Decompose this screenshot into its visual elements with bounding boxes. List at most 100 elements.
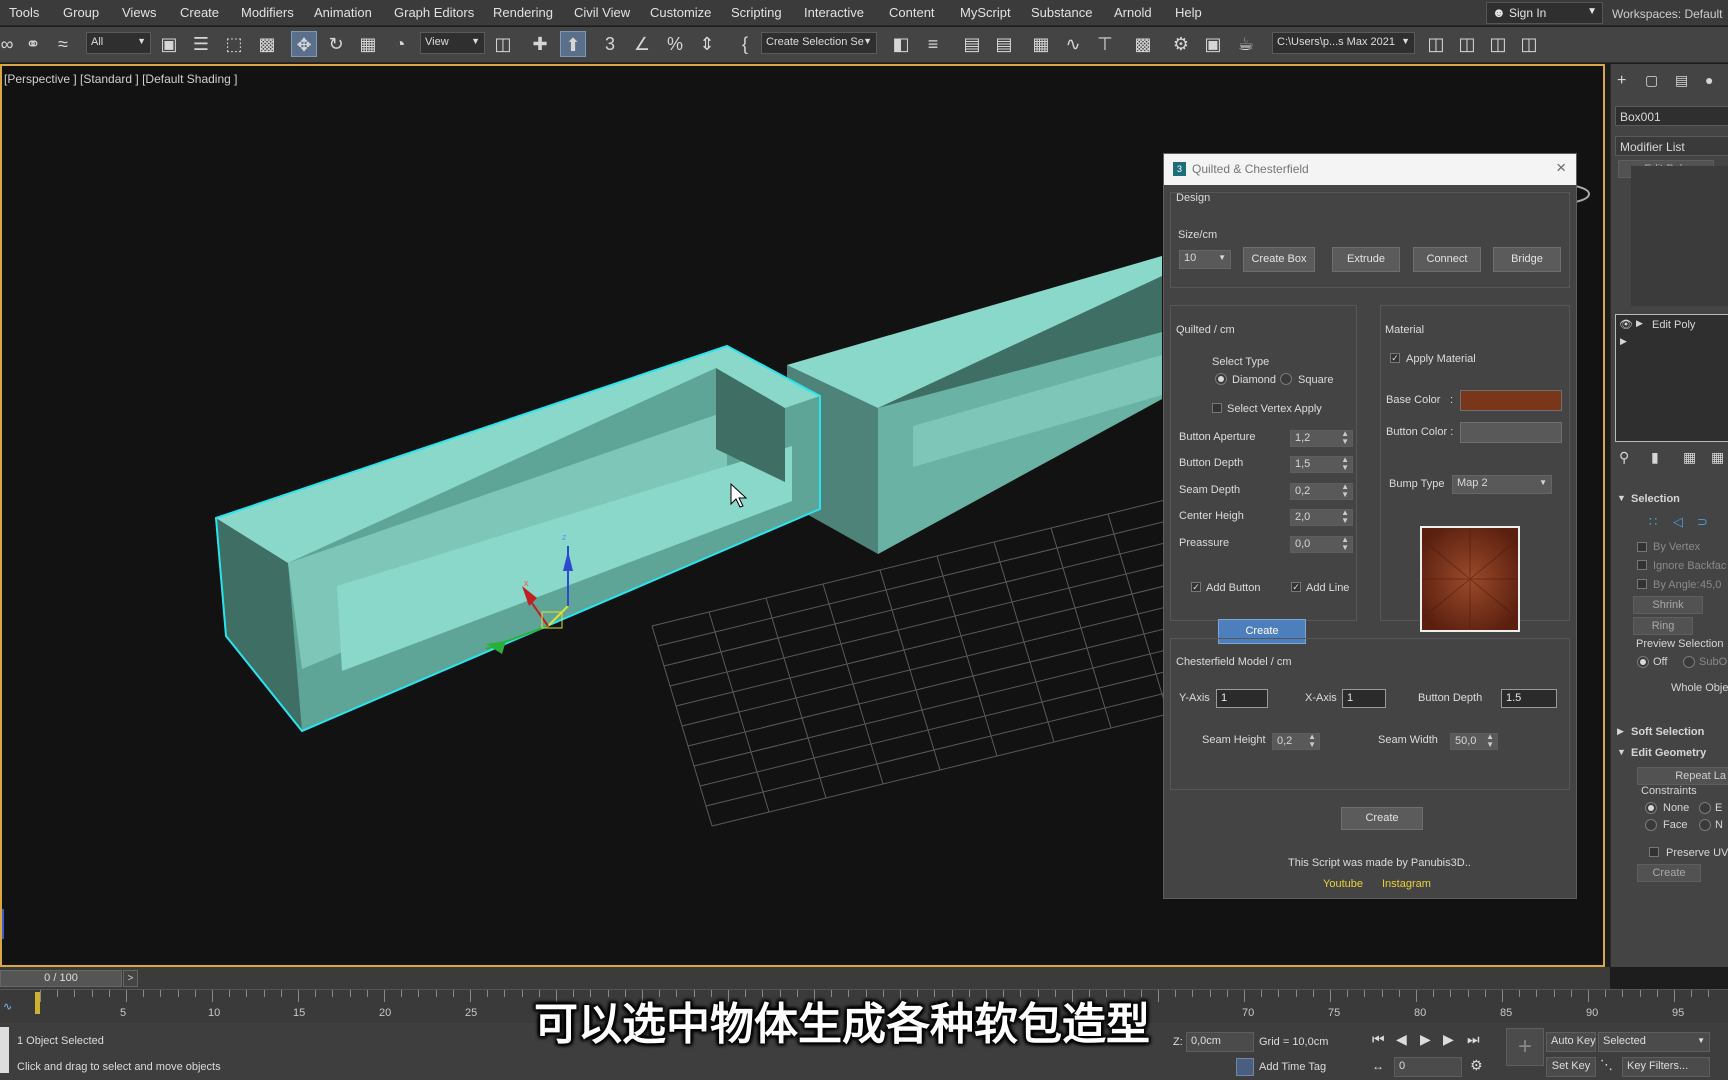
constraint-edge-radio[interactable] [1699,802,1711,814]
button-aperture-spinner[interactable]: 1,2 ▲ ▼ [1290,430,1353,447]
apply-material-checkbox[interactable]: ✓ [1390,353,1400,363]
menu-help[interactable]: Help [1175,5,1202,20]
pivot-center-icon[interactable]: ◫ [490,31,516,57]
select-and-rotate-icon[interactable]: ↻ [323,31,349,57]
bump-type-dropdown[interactable]: Map 2 ▼ [1452,475,1552,494]
menu-modifiers[interactable]: Modifiers [241,5,294,20]
youtube-link[interactable]: Youtube [1323,878,1363,890]
set-key-big-icon[interactable]: + [1506,1028,1544,1066]
schematic-view-icon[interactable]: ⊤ [1092,31,1118,57]
square-radio[interactable] [1280,373,1292,385]
hierarchy-tab-icon[interactable]: ▤ [1675,72,1688,89]
go-to-end-icon[interactable]: ⏭ [1467,1031,1480,1048]
menu-views[interactable]: Views [122,5,156,20]
window-crossing-icon[interactable]: ▩ [254,31,280,57]
previous-frame-icon[interactable]: ◀ [1396,1031,1407,1048]
edit-geometry-create-button[interactable]: Create [1637,864,1701,882]
render-production-icon[interactable]: ☕ [1233,31,1259,57]
project-path-dropdown[interactable]: C:\Users\p...s Max 2021 ▼ [1272,32,1415,54]
border-mode-icon[interactable]: ⊃ [1697,514,1708,530]
by-angle-checkbox[interactable] [1637,579,1647,589]
button-depth-spinner[interactable]: 1,5 ▲ ▼ [1290,456,1353,473]
menu-group[interactable]: Group [63,5,99,20]
spinner-snap-icon[interactable]: ⇕ [694,31,720,57]
add-time-tag-label[interactable]: Add Time Tag [1259,1061,1326,1073]
named-selection-dropdown[interactable]: Create Selection Se ▼ [761,32,877,54]
expand-triangle-icon[interactable]: ▶ [1636,318,1643,329]
constraint-normal-radio[interactable] [1699,819,1711,831]
button-color-swatch[interactable] [1460,422,1562,443]
select-object-icon[interactable]: ▣ [156,31,182,57]
menu-content[interactable]: Content [889,5,935,20]
seam-depth-spinner[interactable]: 0,2 ▲ ▼ [1290,483,1353,500]
time-tag-icon[interactable] [1236,1058,1254,1076]
select-and-scale-icon[interactable]: ▦ [355,31,381,57]
place-icon[interactable]: ◔ [387,31,413,57]
time-slider[interactable]: 0 / 100 [0,970,122,987]
motion-tab-icon[interactable]: ● [1705,72,1713,88]
rendered-frame-window-icon[interactable]: ▣ [1200,31,1226,57]
menu-arnold[interactable]: Arnold [1114,5,1152,20]
menu-scripting[interactable]: Scripting [731,5,782,20]
project-folder-icon[interactable]: ◫ [1423,31,1449,57]
select-and-move-icon[interactable]: ✥ [291,31,317,57]
x-axis-input[interactable]: 1 [1342,689,1386,708]
connect-button[interactable]: Connect [1413,247,1481,272]
set-key-button[interactable]: Set Key [1546,1057,1596,1077]
material-editor-icon[interactable]: ▩ [1130,31,1156,57]
sofa-right[interactable] [787,256,1162,554]
key-filters-button[interactable]: Key Filters... [1622,1057,1710,1077]
ignore-backface-checkbox[interactable] [1637,560,1647,570]
instagram-link[interactable]: Instagram [1382,878,1431,890]
selection-filter-dropdown[interactable]: All ▼ [86,32,151,54]
export-icon[interactable]: ◫ [1516,31,1542,57]
key-filter-icon[interactable]: ⋱ [1600,1057,1613,1073]
dialog-title-bar[interactable]: 3 Quilted & Chesterfield × [1164,154,1576,185]
preserve-uvs-checkbox[interactable] [1649,847,1659,857]
eye-icon[interactable]: 👁 [1619,318,1633,331]
ring-button[interactable]: Ring [1633,617,1693,635]
go-to-start-icon[interactable]: ⏮ [1372,1031,1385,1048]
show-end-result-icon[interactable]: ▮ [1651,449,1659,466]
open-file-icon[interactable]: ◫ [1454,31,1480,57]
modify-tab-icon[interactable]: ▢ [1645,72,1658,89]
menu-rendering[interactable]: Rendering [493,5,553,20]
close-icon[interactable]: × [1556,158,1566,178]
chesterfield-create-button[interactable]: Create [1341,807,1423,830]
toggle-layer-explorer-icon[interactable]: ▤ [991,31,1017,57]
workspaces-selector[interactable]: Workspaces: Default [1612,7,1723,21]
save-file-icon[interactable]: ◫ [1485,31,1511,57]
by-angle-value[interactable]: 45,0 [1700,579,1721,591]
create-box-button[interactable]: Create Box [1243,247,1315,272]
next-frame-button[interactable]: > [123,970,138,987]
seam-height-spinner[interactable]: 0,2 ▲ ▼ [1272,733,1320,750]
constraint-face-radio[interactable] [1645,819,1657,831]
align-icon[interactable]: ≡ [920,31,946,57]
constraint-none-radio[interactable] [1645,802,1657,814]
maxscript-listener-tab[interactable] [0,1027,9,1073]
y-axis-input[interactable]: 1 [1216,689,1268,708]
edit-named-selection-icon[interactable]: { [732,31,758,57]
add-button-checkbox[interactable]: ✓ [1191,582,1201,592]
menu-customize[interactable]: Customize [650,5,711,20]
base-color-swatch[interactable] [1460,390,1562,411]
sofa-left-selected[interactable] [214,344,821,733]
menu-create[interactable]: Create [180,5,219,20]
mirror-icon[interactable]: ◧ [888,31,914,57]
chesterfield-button-depth-input[interactable]: 1.5 [1501,689,1557,708]
menu-interactive[interactable]: Interactive [804,5,864,20]
key-mode-dropdown[interactable]: Selected ▼ [1598,1032,1710,1052]
percent-snap-icon[interactable]: % [662,31,688,57]
menu-substance[interactable]: Substance [1031,5,1092,20]
key-mode-toggle-icon[interactable]: ↔ [1372,1059,1384,1073]
select-vertex-apply-checkbox[interactable] [1212,403,1222,413]
pressure-spinner[interactable]: 0,0 ▲ ▼ [1290,536,1353,553]
vertex-mode-icon[interactable]: ∷ [1649,514,1657,530]
remove-modifier-icon[interactable]: ▦ [1711,449,1724,466]
bind-space-warp-icon[interactable]: ≈ [50,31,76,57]
toggle-scene-explorer-icon[interactable]: ▤ [959,31,985,57]
soft-selection-rollout-title[interactable]: Soft Selection [1631,726,1704,738]
time-config-icon[interactable]: ⚙ [1470,1057,1483,1074]
modifier-stack[interactable]: 👁 ▶ Edit Poly ▶ [1615,314,1728,442]
menu-graph-editors[interactable]: Graph Editors [394,5,474,20]
